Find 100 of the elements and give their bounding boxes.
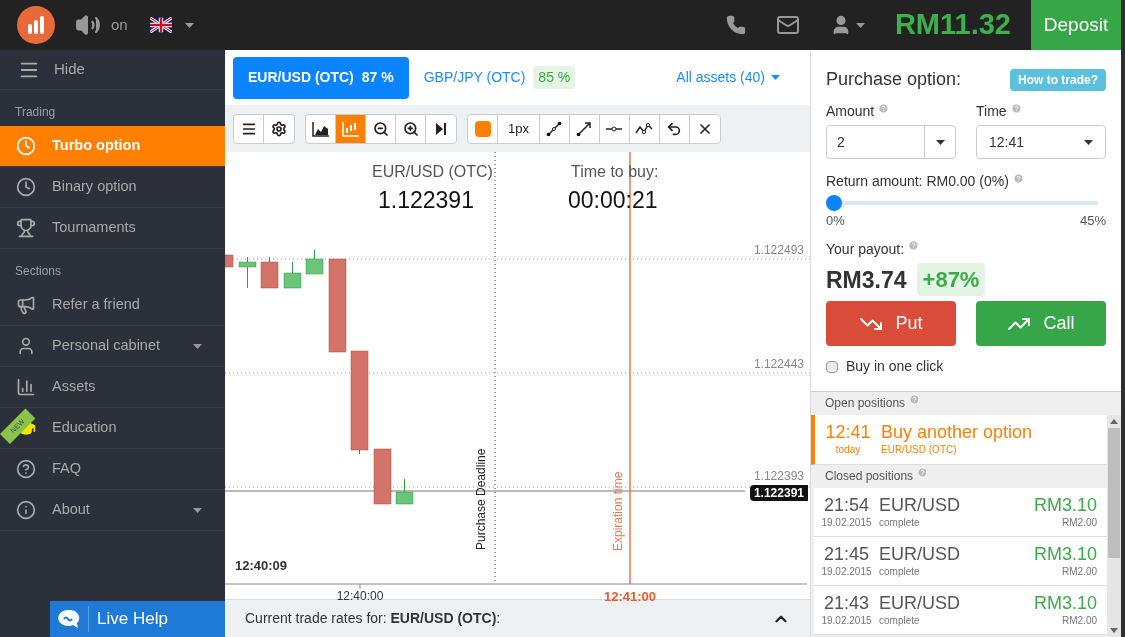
price-level-label: 1.122443 bbox=[753, 356, 804, 373]
return-amount-label: Return amount: RM0.00 (0%) bbox=[826, 171, 1106, 192]
color-swatch bbox=[474, 120, 491, 137]
mail-icon[interactable] bbox=[775, 13, 800, 37]
chat-icon bbox=[58, 609, 80, 629]
expiration-label: Expiration time bbox=[610, 470, 626, 551]
candle bbox=[395, 478, 414, 505]
call-button[interactable]: Call bbox=[976, 301, 1106, 346]
amount-field[interactable]: 2 bbox=[826, 125, 956, 159]
scroll-down-icon[interactable] bbox=[1110, 628, 1118, 633]
scrollbar[interactable] bbox=[1107, 415, 1121, 637]
section-heading: Sections bbox=[14, 263, 63, 280]
asset-tab[interactable]: EUR/USD (OTC) 87 % bbox=[233, 56, 409, 99]
caret-icon[interactable] bbox=[193, 507, 202, 513]
position-title: Buy another option bbox=[881, 422, 1033, 442]
logo-icon[interactable] bbox=[17, 6, 55, 44]
position-date: 19.02.2015 bbox=[821, 613, 872, 628]
closed-position-row[interactable]: 21:45 19.02.2015 EUR/USD complete RM3.10 RM2.00 bbox=[814, 537, 1107, 586]
closed-position-row[interactable]: 21:43 19.02.2015 EUR/USD complete RM3.10 RM2.00 bbox=[814, 586, 1107, 635]
caret-icon bbox=[1084, 139, 1093, 145]
chart-asset-name: EUR/USD (OTC) bbox=[372, 162, 493, 182]
trade-rates-bar[interactable]: Current trade rates for: EUR/USD (OTC): bbox=[225, 600, 810, 637]
all-assets-dropdown[interactable]: All assets (40) bbox=[676, 67, 780, 88]
skip-end-icon bbox=[435, 121, 447, 136]
bar-chart-icon bbox=[16, 377, 36, 397]
undo-icon bbox=[666, 120, 683, 137]
slider-thumb[interactable] bbox=[826, 195, 842, 211]
closed-position-row[interactable]: 21:54 19.02.2015 EUR/USD complete RM3.10 RM2.00 bbox=[814, 488, 1107, 537]
position-payout: RM3.10 bbox=[1033, 494, 1097, 515]
position-time: 21:45 bbox=[823, 543, 869, 564]
buy-one-click-checkbox[interactable] bbox=[826, 360, 838, 373]
position-status: complete bbox=[879, 515, 921, 530]
section-heading: Trading bbox=[14, 104, 57, 121]
position-date: 19.02.2015 bbox=[821, 515, 872, 530]
asset-tab[interactable]: GBP/JPY (OTC) 85 % bbox=[408, 56, 591, 99]
candle bbox=[305, 249, 324, 275]
trophy-icon bbox=[16, 218, 36, 238]
position-stake: RM2.00 bbox=[1062, 564, 1097, 579]
closed-positions-heading: Closed positions bbox=[811, 465, 1107, 488]
sidebar-item[interactable]: About bbox=[0, 490, 225, 531]
clock-icon bbox=[16, 177, 36, 197]
candle bbox=[260, 256, 279, 289]
sound-status[interactable]: on bbox=[111, 13, 128, 37]
question-icon bbox=[16, 459, 36, 479]
clock-icon bbox=[16, 136, 36, 156]
position-time: 12:41 bbox=[825, 422, 871, 442]
slider-max-label: 45% bbox=[1079, 212, 1106, 230]
position-asset: EUR/USD bbox=[879, 543, 960, 564]
area-chart-icon bbox=[311, 120, 330, 137]
open-positions-heading: Open positions bbox=[811, 392, 1121, 415]
buy-one-click-label: Buy in one click bbox=[846, 357, 944, 376]
horizontal-line-icon bbox=[605, 124, 624, 133]
zoom-out-icon bbox=[372, 120, 389, 137]
toolbar-button[interactable]: 1px bbox=[498, 114, 540, 143]
flag-icon[interactable] bbox=[149, 17, 172, 33]
current-price: 1.122391 bbox=[378, 186, 474, 215]
megaphone-icon bbox=[16, 295, 36, 315]
position-status: complete bbox=[879, 613, 921, 628]
live-help-button[interactable]: Live Help bbox=[50, 601, 225, 637]
position-stake: RM2.00 bbox=[1062, 515, 1097, 530]
slider-min-label: 0% bbox=[826, 212, 845, 230]
position-status: complete bbox=[879, 564, 921, 579]
purchase-title: Purchase option: bbox=[826, 68, 962, 91]
info-icon bbox=[16, 500, 36, 520]
position-day: today bbox=[835, 442, 861, 457]
user-icon bbox=[16, 336, 36, 356]
position-asset: EUR/USD bbox=[879, 592, 960, 613]
position-stake: RM2.00 bbox=[1062, 613, 1097, 628]
scroll-up-icon[interactable] bbox=[1110, 419, 1118, 424]
arrow-line-icon bbox=[576, 120, 593, 137]
hide-button[interactable]: Hide bbox=[54, 58, 85, 81]
caret-icon bbox=[855, 22, 865, 28]
caret-icon[interactable] bbox=[193, 343, 202, 349]
time-label: Time bbox=[976, 101, 1106, 122]
position-date: 19.02.2015 bbox=[821, 564, 872, 579]
candle bbox=[283, 261, 302, 289]
phone-icon[interactable] bbox=[725, 15, 746, 35]
position-asset: EUR/USD bbox=[879, 494, 960, 515]
price-level-label: 1.122393 bbox=[753, 468, 804, 485]
speaker-icon[interactable] bbox=[75, 12, 101, 38]
position-payout: RM3.10 bbox=[1033, 543, 1097, 564]
candle bbox=[238, 256, 257, 289]
time-select[interactable]: 12:41 bbox=[976, 125, 1106, 159]
amount-label: Amount bbox=[826, 101, 956, 122]
payout-amount: RM3.74 bbox=[826, 265, 907, 295]
put-button[interactable]: Put bbox=[826, 301, 956, 346]
cursor-time: 12:40:09 bbox=[235, 557, 288, 575]
polyline-icon bbox=[635, 122, 654, 135]
candlestick-icon bbox=[341, 120, 360, 137]
deadline-label: Purchase Deadline bbox=[473, 447, 489, 550]
position-payout: RM3.10 bbox=[1033, 592, 1097, 613]
position-asset: EUR/USD (OTC) bbox=[881, 443, 958, 457]
settings-icon bbox=[271, 120, 287, 137]
deposit-button[interactable]: Deposit bbox=[1031, 0, 1125, 50]
trade-rates-text: Current trade rates for: EUR/USD (OTC): bbox=[245, 609, 501, 628]
position-time: 21:43 bbox=[823, 592, 869, 613]
line-tool-icon bbox=[546, 120, 563, 137]
price-level-label: 1.122493 bbox=[753, 242, 804, 259]
payout-label: Your payout: bbox=[826, 238, 1106, 260]
caret-icon bbox=[935, 139, 945, 145]
